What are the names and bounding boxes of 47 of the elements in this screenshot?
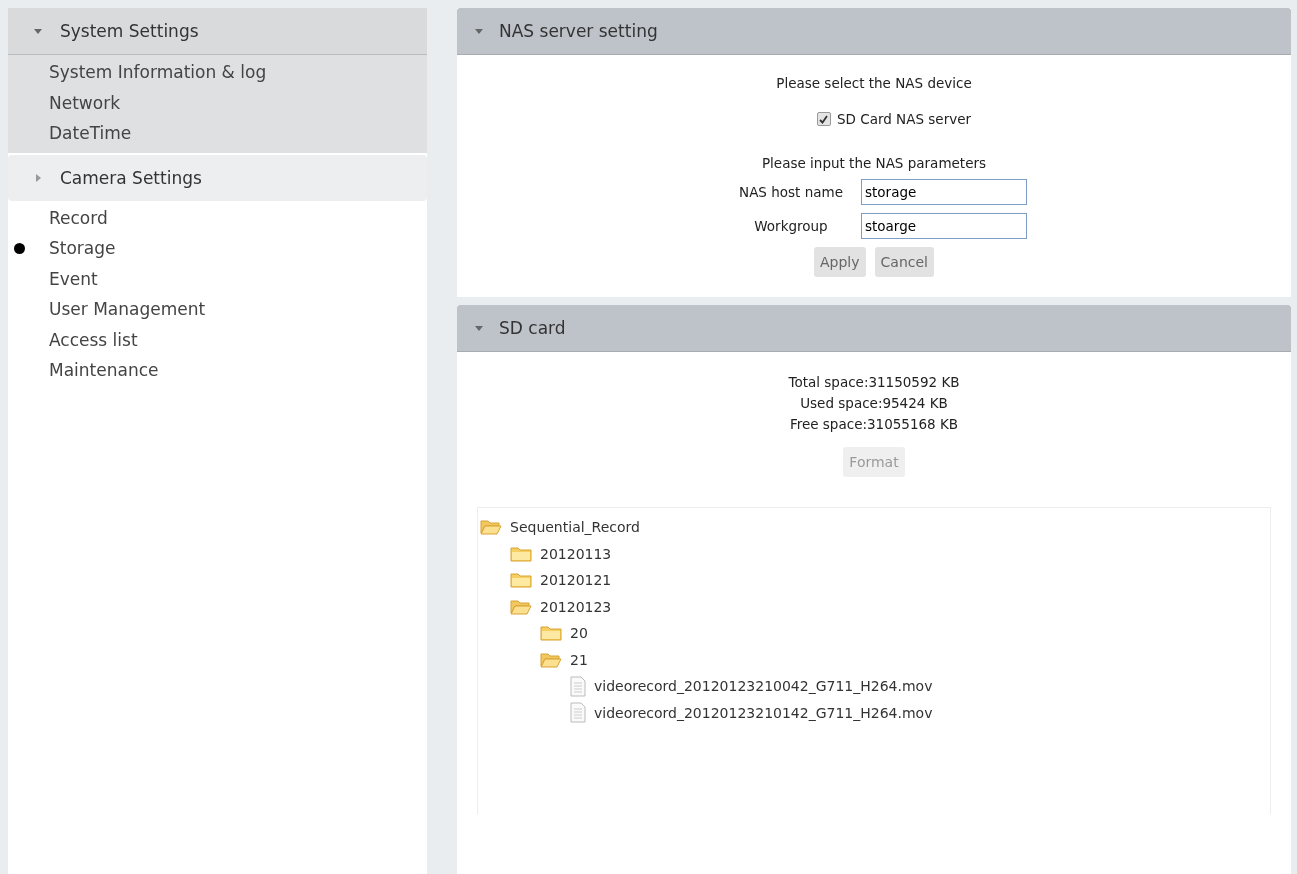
input-field[interactable]: stoarge [861, 213, 1027, 239]
sidebar-item[interactable]: Record [49, 207, 108, 228]
open-folder-icon [540, 650, 562, 669]
action-button[interactable]: Apply [814, 247, 866, 277]
space-stat: Free space:31055168 KB [789, 415, 959, 434]
file-name[interactable]: videorecord_20120123210042_G711_H264.mov [594, 678, 933, 695]
file-name[interactable]: videorecord_20120123210142_G711_H264.mov [594, 704, 933, 721]
folder-name[interactable]: Sequential_Record [510, 519, 640, 536]
sidebar-item[interactable]: System Information & log [49, 62, 267, 83]
sidebar-item[interactable]: Event [49, 268, 98, 289]
folder-name[interactable]: 21 [570, 651, 588, 668]
document-icon [570, 675, 586, 697]
field-label: NAS host name [738, 184, 844, 200]
document-icon [570, 702, 586, 724]
panel-header[interactable]: NAS server setting [457, 8, 1291, 55]
sidebar-group-header[interactable]: System Settings [8, 8, 427, 55]
open-folder-icon [480, 518, 502, 537]
folder-name[interactable]: 20120113 [540, 545, 612, 562]
caret-down-icon [475, 27, 483, 35]
input-field[interactable]: storage [861, 179, 1027, 205]
folder-name[interactable]: 20 [570, 625, 588, 642]
folder-name[interactable]: 20120121 [540, 572, 612, 589]
panel-header[interactable]: SD card [457, 305, 1291, 352]
sidebar-item[interactable]: Access list [49, 329, 138, 350]
field-label: Workgroup [753, 218, 829, 234]
space-stat: Total space:31150592 KB [788, 373, 960, 392]
sidebar-item[interactable]: Storage [49, 238, 116, 259]
caret-right-icon [34, 173, 42, 182]
checkbox[interactable] [816, 112, 831, 126]
caret-down-icon [475, 324, 483, 332]
sidebar-item[interactable]: Network [49, 92, 120, 113]
prompt-text: Please select the NAS device [776, 75, 972, 91]
sidebar-item[interactable]: User Management [49, 299, 206, 320]
folder-icon [540, 624, 562, 643]
open-folder-icon [510, 597, 532, 616]
folder-icon [510, 571, 532, 590]
sidebar-group-header[interactable]: Camera Settings [8, 154, 427, 201]
space-stat: Used space:95424 KB [800, 394, 948, 413]
checkmark-icon [819, 114, 829, 124]
folder-name[interactable]: 20120123 [540, 598, 612, 615]
action-button[interactable]: Cancel [874, 247, 934, 277]
sidebar-item[interactable]: DateTime [49, 123, 132, 144]
prompt-text: Please input the NAS parameters [761, 155, 987, 171]
caret-down-icon [34, 27, 42, 35]
sidebar-item[interactable]: Maintenance [49, 360, 159, 381]
checkbox-label: SD Card NAS server [836, 111, 972, 127]
folder-icon [510, 544, 532, 563]
